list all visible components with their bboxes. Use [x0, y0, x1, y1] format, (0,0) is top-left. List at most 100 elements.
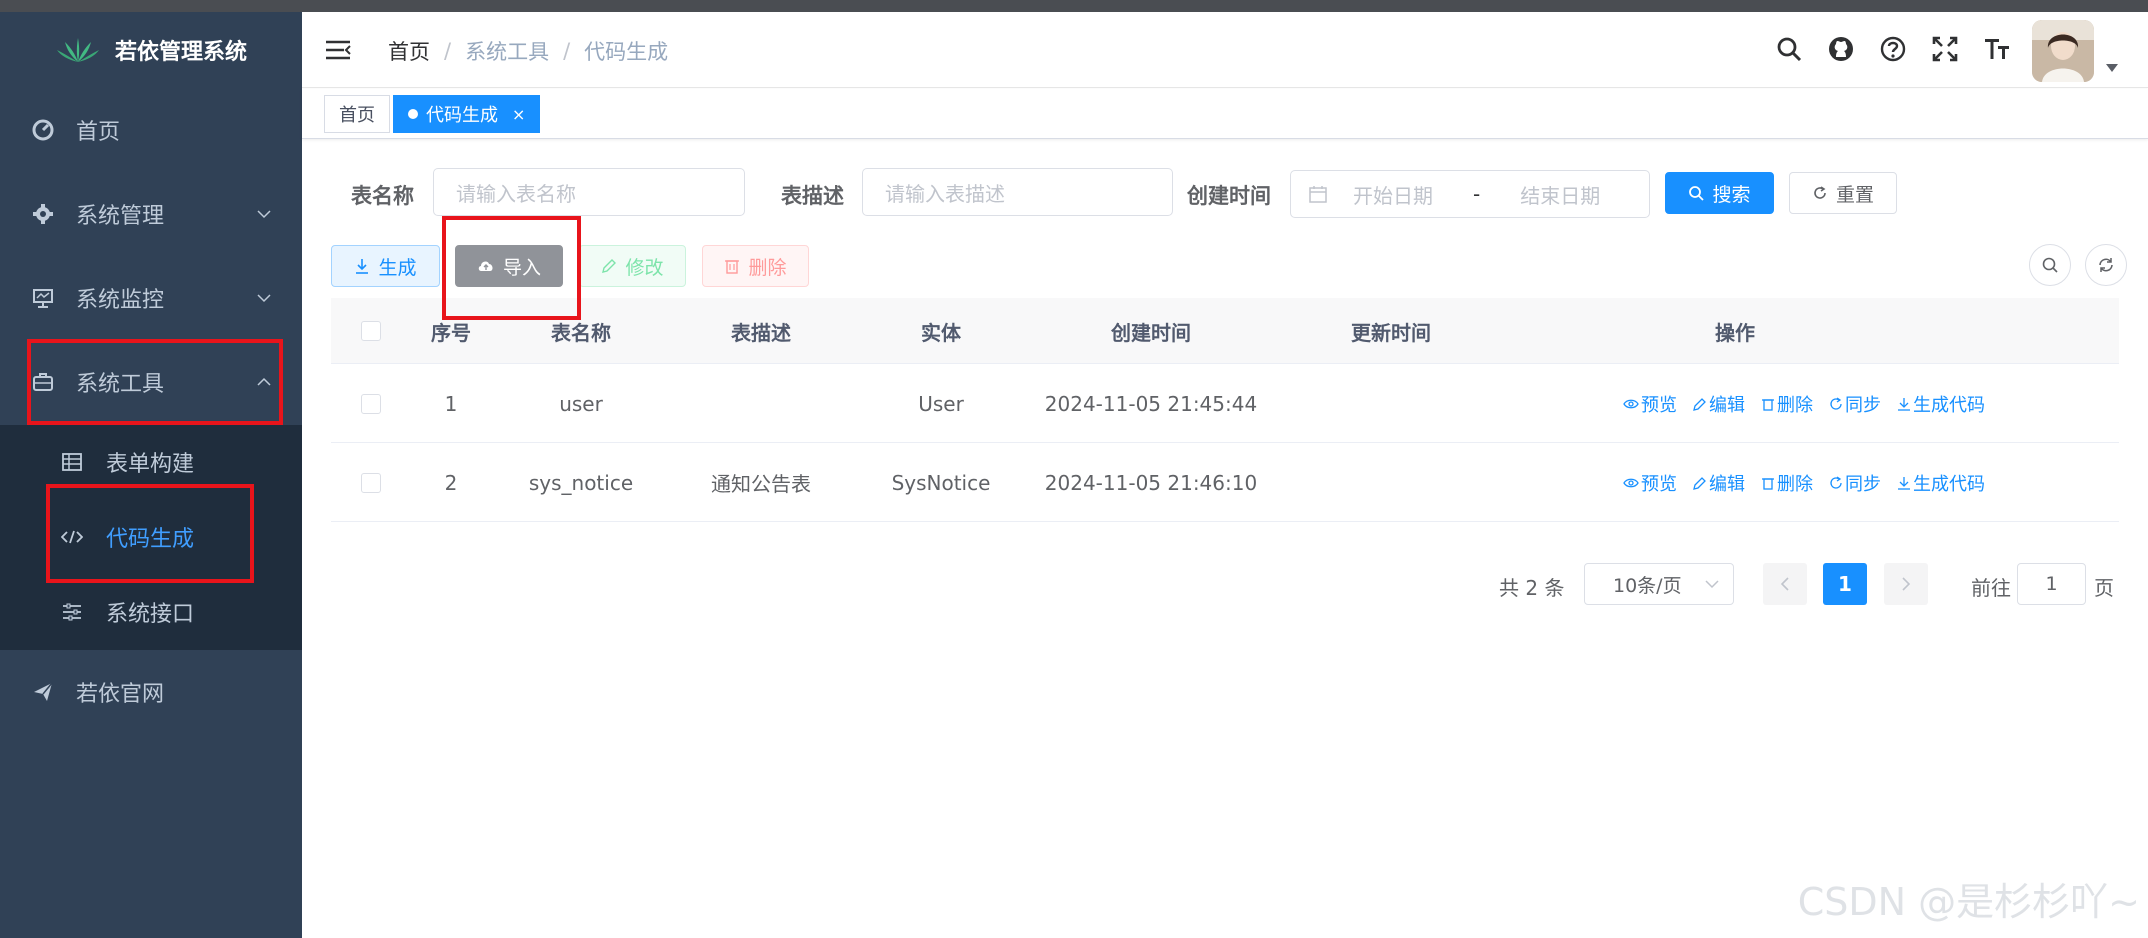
table-desc-input[interactable]: 请输入表描述	[862, 168, 1173, 216]
delete-link[interactable]: 删除	[1761, 470, 1813, 496]
search-icon[interactable]	[1774, 32, 1804, 66]
edit-icon	[1693, 397, 1706, 411]
end-date-input[interactable]: 结束日期	[1520, 180, 1600, 209]
edit-button-label: 修改	[625, 256, 664, 279]
table-name-label: 表名称	[351, 184, 414, 208]
generate-button-label: 生成	[378, 256, 417, 279]
search-icon	[1689, 186, 1705, 201]
github-icon[interactable]	[1826, 32, 1856, 66]
col-actions: 操作	[1715, 320, 1755, 345]
cell-update-time	[1271, 443, 1511, 522]
sidebar-logo[interactable]: 若依管理系统	[0, 12, 302, 88]
prev-page-button[interactable]	[1763, 563, 1807, 605]
navbar: 首页 / 系统工具 / 代码生成	[302, 12, 2148, 88]
start-date-input[interactable]: 开始日期	[1353, 180, 1433, 209]
sync-link[interactable]: 同步	[1829, 470, 1881, 496]
sidebar-item-system-monitor[interactable]: 系统监控	[0, 256, 302, 340]
font-size-icon[interactable]	[1982, 32, 2012, 66]
active-dot-icon	[408, 109, 418, 119]
help-icon[interactable]	[1878, 32, 1908, 66]
refresh-table-button[interactable]	[2085, 244, 2127, 286]
sidebar-item-system-api[interactable]: 系统接口	[0, 575, 302, 649]
delete-button[interactable]: 删除	[702, 245, 809, 287]
sidebar-item-system-admin[interactable]: 系统管理	[0, 172, 302, 256]
caret-down-icon[interactable]	[2106, 64, 2118, 72]
breadcrumb-home[interactable]: 首页	[388, 36, 430, 66]
row-checkbox[interactable]	[331, 443, 411, 522]
cell-table-name: sys_notice	[528, 470, 634, 495]
chevron-left-icon	[1780, 577, 1789, 591]
page-number-current[interactable]: 1	[1823, 563, 1867, 605]
trash-icon	[725, 260, 740, 274]
page-size-select[interactable]: 10条/页	[1584, 563, 1734, 605]
preview-link[interactable]: 预览	[1623, 391, 1677, 417]
select-all-checkbox[interactable]	[331, 298, 411, 364]
edit-label: 编辑	[1709, 394, 1745, 416]
refresh-icon	[1814, 186, 1826, 199]
sidebar-item-label: 首页	[76, 120, 121, 145]
table-row: 2 sys_notice 通知公告表 SysNotice 2024-11-05 …	[331, 443, 2119, 522]
col-table-desc: 表描述	[731, 320, 791, 345]
highlight-box-import	[442, 216, 581, 320]
table-name-input[interactable]: 请输入表名称	[433, 168, 745, 216]
gen-code-link[interactable]: 生成代码	[1897, 470, 1985, 496]
eye-icon	[1623, 399, 1639, 408]
breadcrumb-code-gen: 代码生成	[584, 40, 669, 64]
date-range-picker[interactable]: 开始日期 - 结束日期	[1290, 170, 1650, 218]
search-icon	[2042, 257, 2058, 273]
fullscreen-icon[interactable]	[1930, 32, 1960, 66]
avatar[interactable]	[2032, 20, 2094, 82]
close-icon[interactable]: ×	[512, 105, 525, 124]
breadcrumb-separator: /	[444, 39, 452, 63]
reset-button[interactable]: 重置	[1789, 172, 1897, 214]
dashboard-icon	[30, 117, 56, 143]
tags-view: 首页 代码生成 ×	[302, 89, 2148, 139]
preview-link[interactable]: 预览	[1623, 470, 1677, 496]
logo-icon	[56, 38, 99, 62]
toggle-search-button[interactable]	[2029, 244, 2071, 286]
tag-code-gen[interactable]: 代码生成 ×	[393, 95, 541, 133]
monitor-icon	[30, 285, 56, 311]
row-checkbox[interactable]	[331, 364, 411, 443]
search-button[interactable]: 搜索	[1665, 172, 1774, 214]
sync-label: 同步	[1845, 473, 1881, 495]
edit-icon	[1693, 476, 1706, 490]
sidebar-item-label: 系统管理	[76, 204, 165, 229]
cell-table-name: user	[559, 391, 603, 416]
next-page-button[interactable]	[1884, 563, 1928, 605]
chevron-right-icon	[1902, 577, 1911, 591]
generate-button[interactable]: 生成	[331, 245, 440, 287]
hamburger-icon[interactable]	[324, 36, 352, 64]
sidebar-item-label: 表单构建	[106, 452, 195, 477]
chevron-down-icon	[257, 210, 271, 219]
search-button-label: 搜索	[1712, 183, 1751, 206]
cell-entity: User	[918, 391, 964, 416]
sidebar-item-ruoyi-site[interactable]: 若依官网	[0, 650, 302, 734]
trash-icon	[1762, 398, 1774, 411]
sidebar-item-label: 系统监控	[76, 288, 165, 313]
sync-link[interactable]: 同步	[1829, 391, 1881, 417]
edit-link[interactable]: 编辑	[1693, 391, 1745, 417]
delete-button-label: 删除	[748, 256, 787, 279]
edit-button[interactable]: 修改	[579, 245, 686, 287]
table-header: 序号 表名称 表描述 实体 创建时间 更新时间 操作	[331, 298, 2119, 364]
delete-link[interactable]: 删除	[1761, 391, 1813, 417]
refresh-icon	[1830, 475, 1842, 489]
preview-label: 预览	[1641, 394, 1677, 416]
tag-label: 代码生成	[426, 105, 498, 126]
trash-icon	[1762, 477, 1774, 490]
sidebar-item-home[interactable]: 首页	[0, 88, 302, 172]
gen-code-link[interactable]: 生成代码	[1897, 391, 1985, 417]
goto-page-input[interactable]: 1	[2017, 563, 2086, 605]
edit-link[interactable]: 编辑	[1693, 470, 1745, 496]
watermark: CSDN @是杉杉吖~	[1797, 880, 2140, 924]
highlight-box-system-tools	[27, 339, 283, 425]
table-row: 1 user User 2024-11-05 21:45:44 预览 编辑 删除…	[331, 364, 2119, 443]
sync-label: 同步	[1845, 394, 1881, 416]
edit-label: 编辑	[1709, 473, 1745, 495]
delete-label: 删除	[1777, 473, 1813, 495]
pagination-total: 共 2 条	[1499, 576, 1565, 600]
tag-home[interactable]: 首页	[324, 95, 390, 133]
download-icon	[1898, 476, 1910, 490]
paper-plane-icon	[30, 679, 56, 705]
